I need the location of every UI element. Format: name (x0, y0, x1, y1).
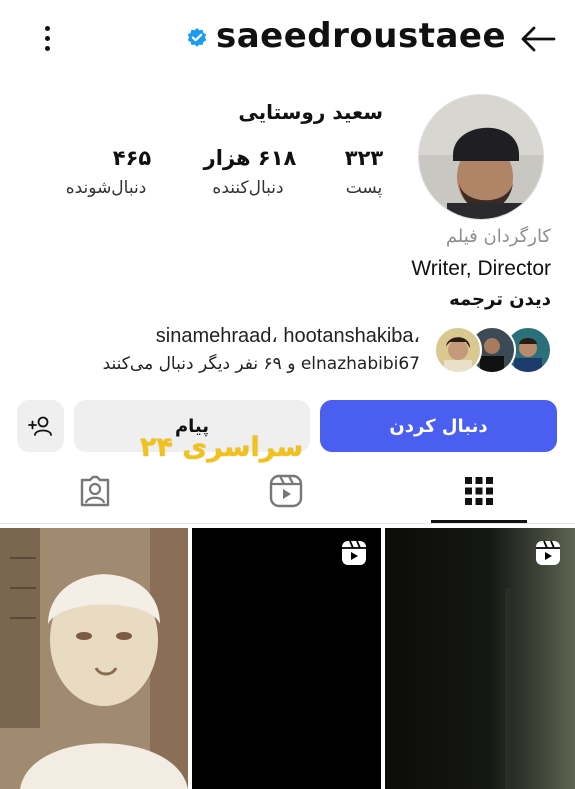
stat-followers-count[interactable]: ۶۱۸ هزار (190, 146, 310, 170)
arrow-back-icon[interactable] (518, 22, 558, 56)
grid-post-reel[interactable] (192, 528, 381, 789)
stat-followers-label: دنبال‌کننده (212, 178, 284, 198)
tab-posts-grid[interactable] (449, 462, 509, 520)
followed-by-summary[interactable]: elnazhabibi67 و ۶۹ نفر دیگر دنبال می‌کنن… (103, 354, 420, 374)
follower-avatar (434, 326, 482, 374)
stat-posts-count[interactable]: ۳۲۳ (304, 146, 424, 170)
post-thumbnail (385, 528, 575, 789)
stat-following-label: دنبال‌شونده (65, 178, 147, 198)
verified-badge-icon (186, 27, 208, 49)
add-person-button[interactable] (17, 400, 64, 452)
follow-button-label: دنبال کردن (389, 415, 488, 437)
tabs-divider (0, 523, 575, 524)
reel-indicator-icon (536, 540, 560, 565)
profile-avatar[interactable] (418, 94, 544, 220)
watermark-text: سراسری ۲۴ (140, 432, 304, 463)
active-tab-indicator (431, 520, 527, 523)
follow-button[interactable]: دنبال کردن (320, 400, 557, 452)
grid-icon (465, 477, 493, 505)
more-options-icon[interactable] (36, 22, 60, 56)
tagged-icon (80, 475, 110, 507)
see-translation-link[interactable]: دیدن ترجمه (449, 289, 551, 310)
reels-icon (269, 474, 303, 508)
tab-reels[interactable] (256, 462, 316, 520)
profile-category: کارگردان فیلم (445, 226, 551, 247)
header-username: saeedroustaee (216, 16, 507, 56)
post-thumbnail (0, 528, 188, 789)
followed-by-usernames[interactable]: sinamehraad، hootanshakiba، (156, 323, 420, 348)
stat-posts-label: پست (345, 178, 383, 198)
profile-bio: Writer, Director (411, 257, 551, 280)
profile-full-name: سعید روستایی (238, 100, 383, 124)
grid-post-photo[interactable] (0, 528, 188, 789)
stat-following-count[interactable]: ۴۶۵ (72, 146, 192, 170)
profile-header: saeedroustaee (0, 0, 575, 80)
add-person-icon (27, 416, 52, 436)
reel-indicator-icon (342, 540, 366, 565)
grid-post-reel[interactable] (385, 528, 575, 789)
tab-tagged[interactable] (65, 462, 125, 520)
mutual-followers-avatars[interactable] (434, 326, 552, 374)
